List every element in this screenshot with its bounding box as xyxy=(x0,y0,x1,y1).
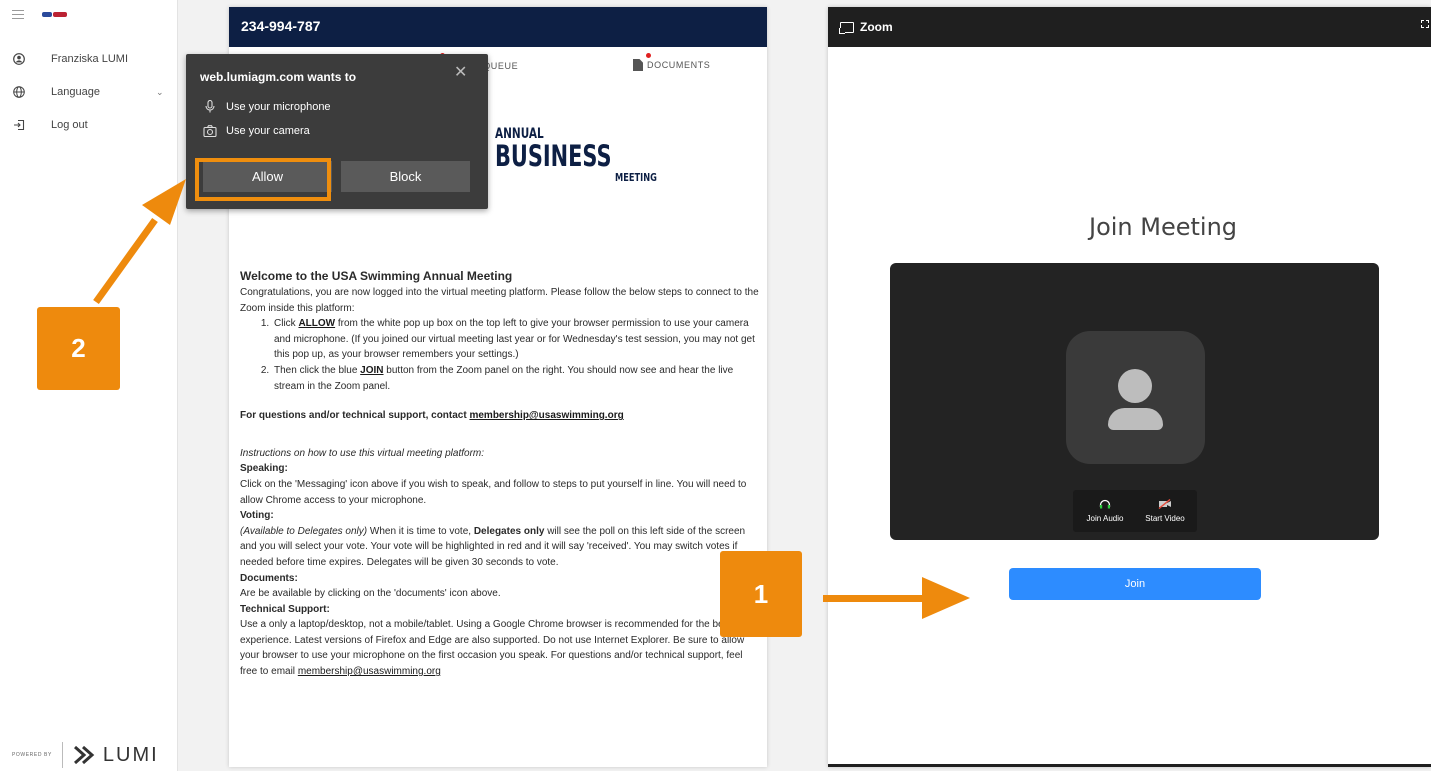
arrow-to-allow xyxy=(93,179,186,305)
step-2-badge: 2 xyxy=(37,307,120,390)
step-1-badge: 1 xyxy=(720,551,802,637)
annotation-arrows xyxy=(93,179,970,619)
arrow-to-join xyxy=(823,577,970,619)
